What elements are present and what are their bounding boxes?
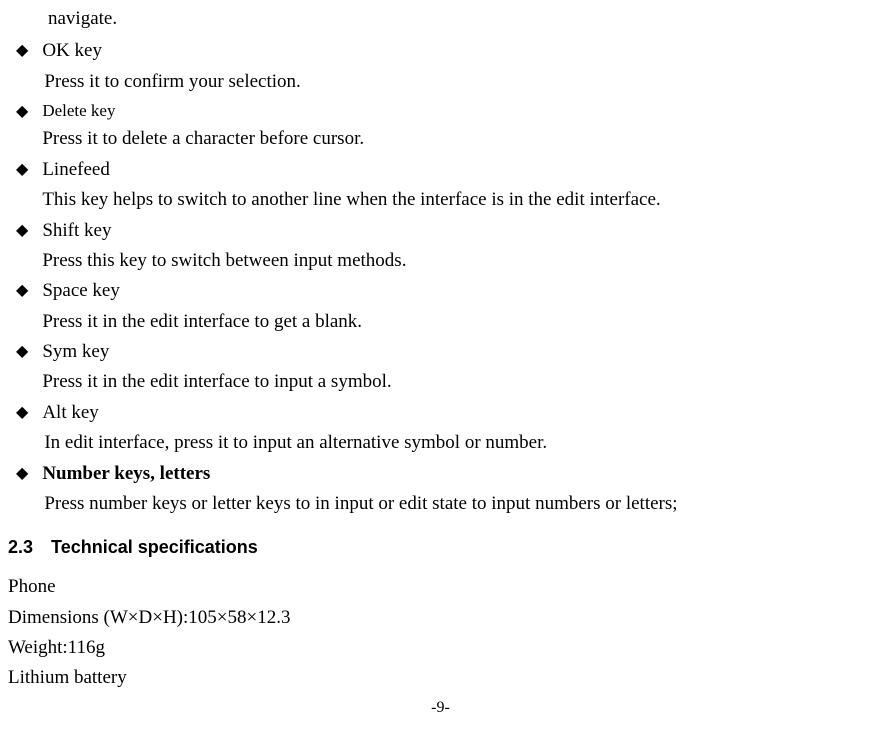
diamond-bullet-icon: ◆ <box>16 36 28 66</box>
list-item-term: Delete key <box>42 97 873 124</box>
page-content: navigate. ◆ OK keyPress it to confirm you… <box>8 0 873 694</box>
spec-line: Phone <box>8 572 873 602</box>
list-item-term: Shift key <box>42 216 873 246</box>
prev-item-tail: navigate. <box>48 4 873 34</box>
spec-line: Weight:116g <box>8 633 873 663</box>
diamond-bullet-icon: ◆ <box>16 337 28 367</box>
spec-line: Lithium battery <box>8 663 873 693</box>
list-item-term: Linefeed <box>42 155 873 185</box>
section-heading: 2.3 Technical specifications <box>8 533 873 562</box>
diamond-bullet-icon: ◆ <box>16 155 28 185</box>
spec-line: Dimensions (W×D×H):105×58×12.3 <box>8 603 873 633</box>
list-item-content: Delete keyPress it to delete a character… <box>42 97 873 155</box>
diamond-bullet-icon: ◆ <box>16 459 28 489</box>
list-item-description: Press it in the edit interface to input … <box>42 367 873 397</box>
list-item-content: Space keyPress it in the edit interface … <box>42 276 873 337</box>
specs-block: PhoneDimensions (W×D×H):105×58×12.3Weigh… <box>8 572 873 694</box>
list-item: ◆ Sym keyPress it in the edit interface t… <box>16 337 873 398</box>
diamond-bullet-icon: ◆ <box>16 97 28 127</box>
section-title: Technical specifications <box>51 537 258 557</box>
list-item-content: Alt keyIn edit interface, press it to in… <box>42 398 873 459</box>
list-item: ◆ OK keyPress it to confirm your selectio… <box>16 36 873 97</box>
list-item-content: LinefeedThis key helps to switch to anot… <box>42 155 873 216</box>
list-item-term: OK key <box>42 36 873 66</box>
list-item-description: Press number keys or letter keys to in i… <box>44 489 873 519</box>
diamond-bullet-icon: ◆ <box>16 276 28 306</box>
list-item-content: Number keys, lettersPress number keys or… <box>42 459 873 520</box>
list-item: ◆ Space keyPress it in the edit interface… <box>16 276 873 337</box>
list-item-description: Press this key to switch between input m… <box>42 246 873 276</box>
list-item-content: OK keyPress it to confirm your selection… <box>42 36 873 97</box>
list-item-term: Number keys, letters <box>42 459 873 489</box>
list-item: ◆ Delete keyPress it to delete a characte… <box>16 97 873 155</box>
list-item-term: Space key <box>42 276 873 306</box>
bullet-list: ◆ OK keyPress it to confirm your selectio… <box>8 36 873 519</box>
diamond-bullet-icon: ◆ <box>16 216 28 246</box>
list-item-term: Alt key <box>42 398 873 428</box>
list-item-description: In edit interface, press it to input an … <box>44 428 873 458</box>
list-item-description: This key helps to switch to another line… <box>42 185 873 215</box>
list-item: ◆ Shift keyPress this key to switch betwe… <box>16 216 873 277</box>
list-item-description: Press it to delete a character before cu… <box>42 124 873 154</box>
list-item: ◆ Alt keyIn edit interface, press it to i… <box>16 398 873 459</box>
diamond-bullet-icon: ◆ <box>16 398 28 428</box>
list-item-content: Sym keyPress it in the edit interface to… <box>42 337 873 398</box>
list-item-description: Press it to confirm your selection. <box>44 67 873 97</box>
section-number: 2.3 <box>8 537 33 557</box>
page-number: -9- <box>0 695 881 721</box>
list-item-content: Shift keyPress this key to switch betwee… <box>42 216 873 277</box>
list-item-term: Sym key <box>42 337 873 367</box>
list-item: ◆ Number keys, lettersPress number keys o… <box>16 459 873 520</box>
list-item-description: Press it in the edit interface to get a … <box>42 307 873 337</box>
list-item: ◆ LinefeedThis key helps to switch to ano… <box>16 155 873 216</box>
